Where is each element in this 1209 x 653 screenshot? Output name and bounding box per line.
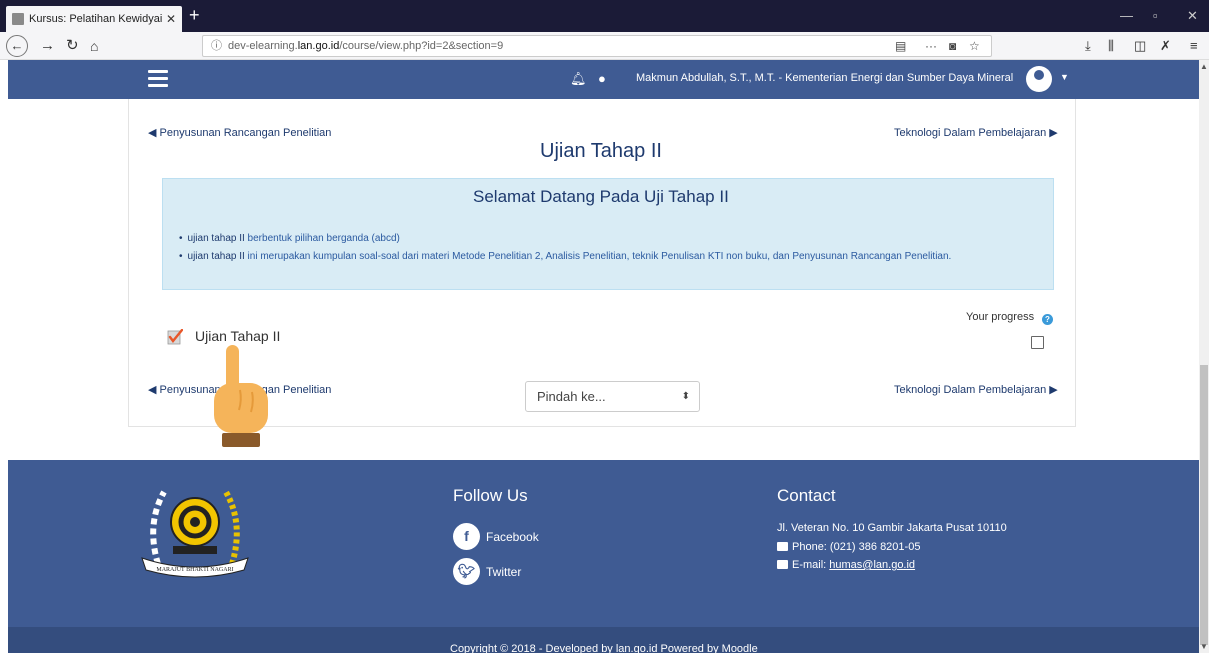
twitter-icon: 🐦︎ [453,558,480,585]
summary-list: • ujian tahap II berbentuk pilihan bergan… [179,233,951,269]
twitter-link[interactable]: 🐦︎ Twitter [453,558,521,585]
next-section-link[interactable]: Teknologi Dalam Pembelajaran ▶ [894,126,1058,139]
reload-icon[interactable]: ↻ [66,36,79,56]
copyright-bar: Copyright © 2018 - Developed by lan.go.i… [8,627,1199,653]
tab-title: Kursus: Pelatihan Kewidyaiswar [29,13,162,25]
site-header: 🔔︎ ● Makmun Abdullah, S.T., M.T. - Kemen… [8,60,1199,99]
reader-icon[interactable]: ▤ [895,36,906,56]
copyright-text: Copyright © 2018 - Developed by lan.go.i… [450,643,758,653]
url-path: /course/view.php?id=2&section=9 [339,40,504,52]
list-item: • ujian tahap II berbentuk pilihan bergan… [179,233,400,244]
url-prefix: dev-elearning. [228,40,298,52]
window-close-icon[interactable]: ✕ [1187,8,1198,24]
url-domain: lan.go.id [297,40,340,52]
site-favicon-icon [12,13,24,25]
bottom-next-section-link[interactable]: Teknologi Dalam Pembelajaran ▶ [894,383,1058,396]
scroll-up-icon[interactable]: ▲ [1200,62,1208,71]
facebook-icon: f [453,523,480,550]
quiz-icon [167,329,183,345]
summary-heading: Selamat Datang Pada Uji Tahap II [473,187,729,206]
new-tab-button[interactable]: + [189,5,200,25]
select-arrows-icon: ⬍ [681,391,690,402]
facebook-label: Facebook [486,529,539,544]
twitter-label: Twitter [486,564,522,579]
browser-nav-bar: ← → ↻ ⌂ ⓘ dev-elearning.lan.go.id/course/… [0,32,1209,60]
section-summary: Selamat Datang Pada Uji Tahap II • ujian … [162,178,1054,290]
contact-email: E-mail: humas@lan.go.id [777,559,915,571]
minimize-icon[interactable]: — [1120,8,1133,23]
follow-us-heading: Follow Us [453,486,528,505]
menu-icon[interactable]: ≡ [1190,38,1198,53]
page-title: Ujian Tahap II [540,140,662,162]
chat-icon[interactable]: ● [598,71,606,86]
browser-tab[interactable]: Kursus: Pelatihan Kewidyaiswar ✕ [6,6,182,32]
jump-to-select[interactable]: Pindah ke... ⬍ [525,381,700,412]
pocket-icon[interactable]: ◙ [949,36,956,56]
library-icon[interactable]: ⫼ [1108,38,1114,54]
lan-logo-icon: MARAJUT BHAKTI NAGARI [141,490,249,578]
url-bar[interactable]: ⓘ dev-elearning.lan.go.id/course/view.php… [202,35,992,57]
email-link[interactable]: humas@lan.go.id [829,559,915,571]
back-icon[interactable]: ← [6,35,28,57]
page-actions-icon[interactable]: ··· [925,36,937,56]
bell-icon[interactable]: 🔔︎ [570,71,587,87]
home-icon[interactable]: ⌂ [90,36,98,56]
phone-icon [777,542,788,551]
facebook-link[interactable]: f Facebook [453,523,539,550]
user-avatar-icon[interactable] [1026,66,1052,92]
scroll-thumb[interactable] [1200,365,1208,645]
pointer-hand-icon [214,345,268,447]
list-item: • ujian tahap II ini merupakan kumpulan s… [179,251,952,262]
scroll-down-icon[interactable]: ▼ [1200,642,1208,651]
help-icon[interactable]: ? [1042,314,1053,325]
page-scrollbar[interactable]: ▲ ▼ [1199,60,1209,653]
user-menu-name[interactable]: Makmun Abdullah, S.T., M.T. - Kementeria… [636,72,1013,84]
email-icon [777,560,788,569]
sidebar-icon[interactable]: ◫ [1134,38,1146,54]
completion-checkbox[interactable] [1031,336,1044,349]
forward-icon[interactable]: → [40,36,55,56]
info-icon[interactable]: ⓘ [211,40,222,52]
bookmark-star-icon[interactable]: ☆ [969,36,980,56]
download-icon[interactable]: ⤓ [1085,38,1091,54]
browser-tab-bar: Kursus: Pelatihan Kewidyaiswar ✕ + — ▫ ✕ [0,0,1209,32]
contact-phone: Phone: (021) 386 8201-05 [777,541,920,553]
activity-link-ujian-tahap-ii[interactable]: Ujian Tahap II [195,328,280,344]
contact-heading: Contact [777,486,836,505]
restore-icon[interactable]: ▫ [1153,8,1158,23]
site-footer: MARAJUT BHAKTI NAGARI Follow Us f Facebo… [8,460,1199,627]
prev-section-link[interactable]: ◀ Penyusunan Rancangan Penelitian [148,126,331,139]
svg-text:MARAJUT BHAKTI NAGARI: MARAJUT BHAKTI NAGARI [156,567,233,573]
nav-drawer-toggle-icon[interactable] [148,70,168,88]
progress-label: Your progress [966,311,1035,323]
close-x-icon[interactable]: ✗ [1160,38,1171,54]
chevron-down-icon[interactable]: ▼ [1060,72,1069,82]
contact-address: Jl. Veteran No. 10 Gambir Jakarta Pusat … [777,522,1007,534]
jump-to-value: Pindah ke... [537,389,606,404]
tab-close-icon[interactable]: ✕ [166,12,176,26]
